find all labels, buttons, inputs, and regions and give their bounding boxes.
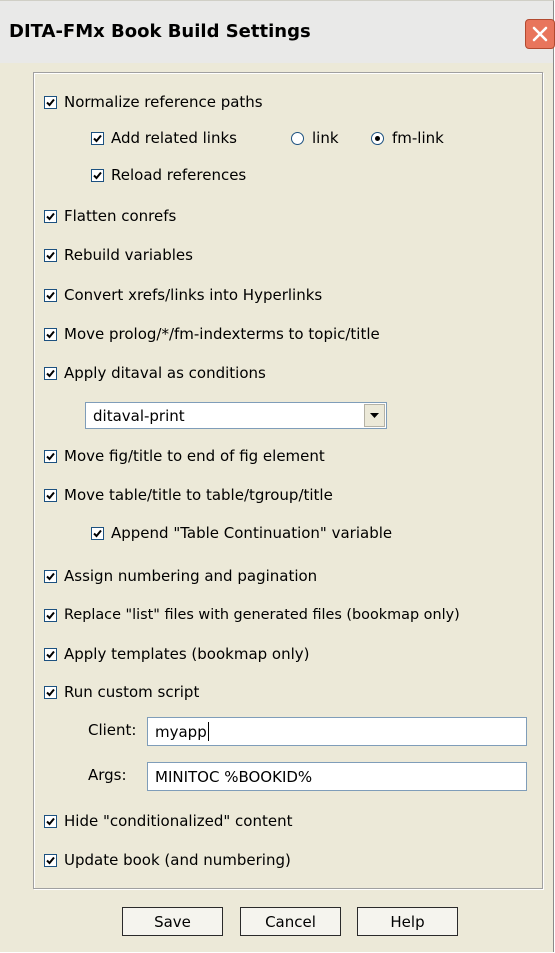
rebuild-variables-label: Rebuild variables bbox=[64, 246, 193, 264]
run-custom-script-checkbox[interactable] bbox=[44, 685, 57, 699]
move-fig-title-label: Move fig/title to end of fig element bbox=[64, 447, 325, 465]
normalize-option[interactable]: Normalize reference paths bbox=[44, 92, 263, 112]
rebuild-variables-option[interactable]: Rebuild variables bbox=[44, 245, 193, 265]
append-table-cont-option[interactable]: Append "Table Continuation" variable bbox=[91, 523, 392, 543]
move-fig-title-option[interactable]: Move fig/title to end of fig element bbox=[44, 446, 325, 466]
normalize-checkbox[interactable] bbox=[44, 95, 57, 109]
apply-ditaval-checkbox[interactable] bbox=[44, 366, 57, 380]
hide-conditionalized-option[interactable]: Hide "conditionalized" content bbox=[44, 811, 292, 831]
chevron-down-icon bbox=[370, 413, 379, 418]
append-table-cont-checkbox[interactable] bbox=[91, 526, 104, 540]
run-custom-script-label: Run custom script bbox=[64, 683, 200, 701]
hide-conditionalized-label: Hide "conditionalized" content bbox=[64, 812, 293, 830]
assign-numbering-checkbox[interactable] bbox=[44, 569, 57, 583]
flatten-conrefs-option[interactable]: Flatten conrefs bbox=[44, 206, 176, 226]
client-value: myapp bbox=[155, 723, 207, 741]
client-label: Client: bbox=[88, 721, 137, 739]
args-input[interactable]: MINITOC %BOOKID% bbox=[147, 762, 527, 791]
apply-ditaval-option[interactable]: Apply ditaval as conditions bbox=[44, 363, 266, 383]
add-related-links-checkbox[interactable] bbox=[91, 131, 104, 145]
args-label: Args: bbox=[88, 766, 127, 784]
check-icon bbox=[46, 611, 55, 619]
move-prolog-option[interactable]: Move prolog/*/fm-indexterms to topic/tit… bbox=[44, 324, 380, 344]
radio-selected-dot bbox=[375, 135, 380, 141]
radio-link-option[interactable]: link bbox=[291, 128, 339, 148]
check-icon bbox=[93, 171, 102, 179]
client-input[interactable]: myapp bbox=[147, 717, 527, 746]
normalize-label: Normalize reference paths bbox=[64, 93, 263, 111]
ditaval-select-value: ditaval-print bbox=[93, 407, 185, 425]
assign-numbering-option[interactable]: Assign numbering and pagination bbox=[44, 566, 317, 586]
move-table-title-option[interactable]: Move table/title to table/tgroup/title bbox=[44, 485, 333, 505]
apply-templates-checkbox[interactable] bbox=[44, 647, 57, 661]
move-prolog-label: Move prolog/*/fm-indexterms to topic/tit… bbox=[64, 325, 380, 343]
check-icon bbox=[46, 817, 55, 825]
check-icon bbox=[46, 291, 55, 299]
convert-xrefs-option[interactable]: Convert xrefs/links into Hyperlinks bbox=[44, 285, 322, 305]
radio-fm-link[interactable] bbox=[371, 131, 384, 145]
window-title: DITA-FMx Book Build Settings bbox=[9, 21, 311, 42]
convert-xrefs-checkbox[interactable] bbox=[44, 288, 57, 302]
apply-templates-option[interactable]: Apply templates (bookmap only) bbox=[44, 644, 310, 664]
radio-fm-link-option[interactable]: fm-link bbox=[371, 128, 444, 148]
check-icon bbox=[46, 98, 55, 106]
replace-list-files-checkbox[interactable] bbox=[44, 608, 57, 622]
check-icon bbox=[46, 572, 55, 580]
close-icon bbox=[532, 26, 548, 42]
apply-templates-label: Apply templates (bookmap only) bbox=[64, 645, 310, 663]
add-related-links-option[interactable]: Add related links bbox=[91, 128, 237, 148]
cancel-button[interactable]: Cancel bbox=[240, 907, 341, 936]
check-icon bbox=[46, 688, 55, 696]
convert-xrefs-label: Convert xrefs/links into Hyperlinks bbox=[64, 286, 323, 304]
ditaval-select[interactable]: ditaval-print bbox=[85, 402, 387, 429]
hide-conditionalized-checkbox[interactable] bbox=[44, 814, 57, 828]
move-prolog-checkbox[interactable] bbox=[44, 327, 57, 341]
close-button[interactable] bbox=[525, 19, 555, 49]
update-book-checkbox[interactable] bbox=[44, 853, 57, 867]
update-book-label: Update book (and numbering) bbox=[64, 851, 291, 869]
flatten-conrefs-checkbox[interactable] bbox=[44, 209, 57, 223]
radio-fm-link-label: fm-link bbox=[392, 129, 444, 147]
check-icon bbox=[46, 650, 55, 658]
radio-link-label: link bbox=[312, 129, 339, 147]
run-custom-script-option[interactable]: Run custom script bbox=[44, 682, 199, 702]
replace-list-files-label: Replace "list" files with generated file… bbox=[64, 607, 460, 623]
check-icon bbox=[93, 134, 102, 142]
check-icon bbox=[46, 491, 55, 499]
check-icon bbox=[46, 856, 55, 864]
check-icon bbox=[46, 251, 55, 259]
args-value: MINITOC %BOOKID% bbox=[155, 768, 313, 786]
apply-ditaval-label: Apply ditaval as conditions bbox=[64, 364, 266, 382]
update-book-option[interactable]: Update book (and numbering) bbox=[44, 850, 291, 870]
radio-link[interactable] bbox=[291, 131, 304, 145]
reload-references-option[interactable]: Reload references bbox=[91, 165, 246, 185]
rebuild-variables-checkbox[interactable] bbox=[44, 248, 57, 262]
dropdown-button[interactable] bbox=[364, 404, 385, 427]
move-table-title-checkbox[interactable] bbox=[44, 488, 57, 502]
check-icon bbox=[46, 212, 55, 220]
add-related-links-label: Add related links bbox=[111, 129, 237, 147]
check-icon bbox=[93, 529, 102, 537]
check-icon bbox=[46, 369, 55, 377]
reload-references-checkbox[interactable] bbox=[91, 168, 104, 182]
save-button[interactable]: Save bbox=[122, 907, 223, 936]
check-icon bbox=[46, 452, 55, 460]
help-button[interactable]: Help bbox=[357, 907, 458, 936]
assign-numbering-label: Assign numbering and pagination bbox=[64, 567, 318, 585]
dialog-window: DITA-FMx Book Build Settings Normalize r… bbox=[0, 0, 555, 952]
move-fig-title-checkbox[interactable] bbox=[44, 449, 57, 463]
replace-list-files-option[interactable]: Replace "list" files with generated file… bbox=[44, 605, 460, 625]
check-icon bbox=[46, 330, 55, 338]
flatten-conrefs-label: Flatten conrefs bbox=[64, 207, 177, 225]
title-bar[interactable]: DITA-FMx Book Build Settings bbox=[0, 1, 555, 63]
move-table-title-label: Move table/title to table/tgroup/title bbox=[64, 486, 333, 504]
reload-references-label: Reload references bbox=[111, 166, 247, 184]
append-table-cont-label: Append "Table Continuation" variable bbox=[111, 524, 393, 542]
text-caret bbox=[208, 722, 209, 741]
